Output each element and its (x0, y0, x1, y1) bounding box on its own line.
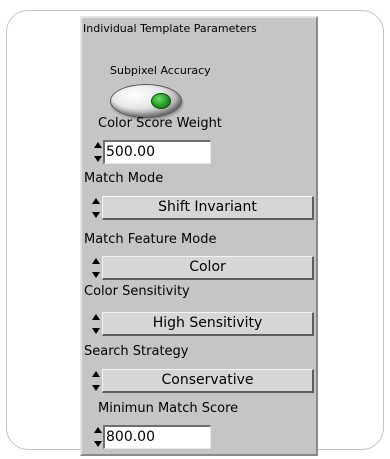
match-mode-selector: Shift Invariant (92, 196, 314, 220)
color-score-weight-label: Color Score Weight (98, 116, 222, 131)
minimum-match-score-spinner[interactable] (94, 425, 102, 449)
minimum-match-score-input[interactable]: 800.00 (103, 425, 211, 449)
decrement-arrow-icon[interactable] (94, 156, 102, 162)
decrement-arrow-icon[interactable] (92, 385, 100, 391)
decrement-arrow-icon[interactable] (92, 328, 100, 334)
match-feature-mode-value[interactable]: Color (102, 256, 314, 280)
search-strategy-spinner[interactable] (92, 369, 100, 393)
increment-arrow-icon[interactable] (94, 142, 102, 148)
color-score-weight-control: 500.00 (94, 140, 211, 164)
minimum-match-score-label: Minimun Match Score (98, 401, 239, 416)
increment-arrow-icon[interactable] (92, 198, 100, 204)
template-parameters-panel: Individual Template Parameters Subpixel … (80, 16, 318, 456)
match-mode-label: Match Mode (84, 171, 164, 186)
match-feature-mode-label: Match Feature Mode (84, 232, 217, 247)
panel-title: Individual Template Parameters (83, 22, 257, 35)
subpixel-accuracy-label: Subpixel Accuracy (110, 64, 211, 77)
subpixel-accuracy-toggle[interactable] (110, 84, 182, 118)
decrement-arrow-icon[interactable] (94, 441, 102, 447)
color-sensitivity-spinner[interactable] (92, 312, 100, 336)
led-indicator-icon (151, 93, 171, 109)
search-strategy-label: Search Strategy (84, 344, 189, 359)
increment-arrow-icon[interactable] (92, 314, 100, 320)
match-feature-mode-spinner[interactable] (92, 256, 100, 280)
color-sensitivity-selector: High Sensitivity (92, 312, 314, 336)
search-strategy-selector: Conservative (92, 369, 314, 393)
minimum-match-score-control: 800.00 (94, 425, 211, 449)
color-sensitivity-label: Color Sensitivity (84, 284, 190, 299)
increment-arrow-icon[interactable] (92, 371, 100, 377)
search-strategy-value[interactable]: Conservative (102, 369, 314, 393)
decrement-arrow-icon[interactable] (92, 272, 100, 278)
decrement-arrow-icon[interactable] (92, 212, 100, 218)
color-score-weight-input[interactable]: 500.00 (103, 140, 211, 164)
match-feature-mode-selector: Color (92, 256, 314, 280)
color-score-weight-spinner[interactable] (94, 140, 102, 164)
match-mode-value[interactable]: Shift Invariant (102, 196, 314, 220)
increment-arrow-icon[interactable] (94, 427, 102, 433)
increment-arrow-icon[interactable] (92, 258, 100, 264)
match-mode-spinner[interactable] (92, 196, 100, 220)
color-sensitivity-value[interactable]: High Sensitivity (102, 312, 314, 336)
